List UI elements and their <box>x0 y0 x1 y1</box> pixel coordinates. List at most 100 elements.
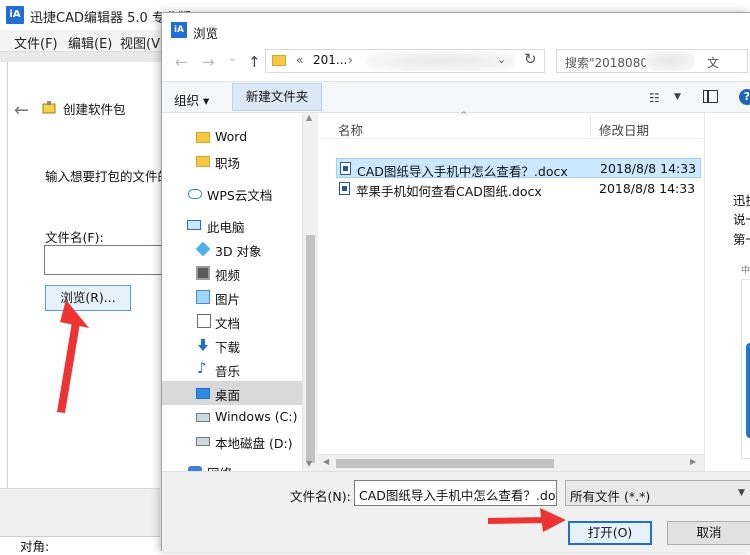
drive-icon <box>196 413 210 422</box>
wizard-prompt: 输入想要打包的文件的 <box>45 169 171 184</box>
preview-text: 迅捷 <box>733 193 750 208</box>
column-divider[interactable] <box>590 115 591 137</box>
music-icon: ♪ <box>197 359 207 377</box>
nav-item-downloads[interactable]: 下载 <box>162 333 302 357</box>
help-icon[interactable]: ? <box>739 89 750 105</box>
folder-icon <box>196 156 210 167</box>
nav-item-this-pc[interactable]: 此电脑 <box>162 213 302 237</box>
navigation-pane: Word 职场 WPS云文档 此电脑 3D 对象 视频 图片 文档 下载 ♪ 音… <box>162 113 302 471</box>
wizard-title: 创建软件包 <box>63 102 126 117</box>
browse-button[interactable]: 浏览(R)... <box>45 285 131 311</box>
nav-item-label: 桌面 <box>215 388 241 403</box>
wizard-filename-label: 文件名(F): <box>45 230 104 245</box>
desktop-icon <box>196 388 210 399</box>
refresh-icon[interactable]: ↻ <box>524 50 537 68</box>
file-name: CAD图纸导入手机中怎么查看？.docx <box>357 164 568 179</box>
nav-item-label: 职场 <box>215 156 241 171</box>
address-path[interactable]: 201... <box>313 53 347 67</box>
nav-item-label: 本地磁盘 (D:) <box>215 436 293 451</box>
chevron-down-icon[interactable]: ▼ <box>738 488 745 498</box>
search-input[interactable]: 搜索"2018080 文 <box>556 49 748 73</box>
file-list-horizontal-scrollbar[interactable]: ◀ ▶ <box>318 454 704 471</box>
view-options-icon[interactable]: ☷ <box>649 91 660 105</box>
nav-item-drive-c[interactable]: Windows (C:) <box>162 405 302 429</box>
scroll-right-icon[interactable]: ▶ <box>690 457 696 466</box>
back-icon[interactable]: ← <box>175 53 188 71</box>
menu-file[interactable]: 文件(F) <box>14 33 58 52</box>
preview-text: 说一 <box>733 212 750 227</box>
view-dropdown-icon[interactable]: ▼ <box>674 92 681 102</box>
nav-item-word[interactable]: Word <box>162 125 302 149</box>
navigation-scrollbar[interactable]: ▲ ▼ <box>302 113 318 471</box>
column-header: ^ 名称 修改日期 <box>318 111 704 139</box>
blurred-search-segment <box>645 51 695 71</box>
menu-edit[interactable]: 编辑(E) <box>68 33 112 52</box>
file-list: ^ 名称 修改日期 CAD图纸导入手机中怎么查看？.docx 2018/8/8 … <box>318 111 704 471</box>
dialog-logo-icon: iA <box>171 22 187 38</box>
nav-item-label: Windows (C:) <box>215 409 298 424</box>
file-row[interactable]: 苹果手机如何查看CAD图纸.docx 2018/8/8 14:33 <box>336 179 701 199</box>
scrollbar-thumb[interactable] <box>336 459 554 468</box>
sort-indicator-icon: ^ <box>460 111 468 121</box>
nav-item-network[interactable]: 网络 <box>162 459 302 471</box>
scrollbar-thumb[interactable] <box>306 235 315 463</box>
file-name: 苹果手机如何查看CAD图纸.docx <box>356 184 542 199</box>
preview-pane-icon[interactable] <box>703 90 718 103</box>
nav-item-pictures[interactable]: 图片 <box>162 285 302 309</box>
nav-item-documents[interactable]: 文档 <box>162 309 302 333</box>
nav-item-drive-d[interactable]: 本地磁盘 (D:) <box>162 429 302 453</box>
file-modified: 2018/8/8 14:33 <box>599 181 696 196</box>
organize-button[interactable]: 组织 ▾ <box>174 90 209 109</box>
menu-view[interactable]: 视图(V) <box>120 33 165 52</box>
address-dropdown-icon[interactable]: ⌄ <box>497 53 506 66</box>
nav-item-career[interactable]: 职场 <box>162 149 302 173</box>
column-modified[interactable]: 修改日期 <box>599 120 649 139</box>
computer-icon <box>187 220 201 230</box>
nav-item-music[interactable]: ♪ 音乐 <box>162 357 302 381</box>
scroll-up-icon[interactable]: ▲ <box>306 113 312 122</box>
preview-text: 第一 <box>733 232 750 247</box>
download-icon <box>198 339 208 351</box>
file-row[interactable]: CAD图纸导入手机中怎么查看？.docx 2018/8/8 14:33 <box>336 158 701 179</box>
nav-item-label: Word <box>215 129 248 144</box>
filename-label: 文件名(N): <box>290 489 351 504</box>
scroll-down-icon[interactable]: ▼ <box>306 459 312 468</box>
wizard-filename-input[interactable] <box>44 245 174 275</box>
blurred-path-segment <box>366 51 516 71</box>
nav-item-wps-cloud[interactable]: WPS云文档 <box>162 181 302 205</box>
up-folder-icon[interactable]: ↑ <box>248 53 261 71</box>
recent-locations-dropdown-icon[interactable]: ⌄ <box>228 51 237 64</box>
nav-item-label: 音乐 <box>215 364 241 379</box>
filetype-select[interactable]: 所有文件 (*.*) ▼ <box>565 480 750 506</box>
drive-icon <box>196 437 210 446</box>
new-folder-button[interactable]: 新建文件夹 <box>232 83 322 111</box>
open-button[interactable]: 打开(O) <box>568 521 652 545</box>
search-placeholder: 搜索"2018080 <box>565 56 648 70</box>
nav-item-desktop[interactable]: 桌面 <box>162 381 302 405</box>
chevron-right-icon[interactable]: › <box>348 53 353 67</box>
filename-value: CAD图纸导入手机中怎么查看？.docx <box>359 488 557 503</box>
back-arrow-icon[interactable]: ← <box>14 100 29 121</box>
address-overflow-icon[interactable]: « <box>296 53 303 67</box>
word-document-icon <box>339 182 350 195</box>
nav-item-label: 文档 <box>215 316 241 331</box>
filename-input[interactable]: CAD图纸导入手机中怎么查看？.docx ▼ <box>354 480 557 506</box>
nav-item-label: 图片 <box>215 292 241 307</box>
nav-item-label: 3D 对象 <box>215 244 262 259</box>
preview-image-accent <box>746 343 750 438</box>
cancel-button[interactable]: 取消 <box>667 521 750 545</box>
column-name[interactable]: 名称 <box>338 120 363 139</box>
preview-text: 中 <box>741 266 750 276</box>
nav-item-videos[interactable]: 视频 <box>162 261 302 285</box>
status-text: 对角: <box>20 539 50 554</box>
nav-item-3d-objects[interactable]: 3D 对象 <box>162 237 302 261</box>
file-modified: 2018/8/8 14:33 <box>600 161 697 176</box>
nav-item-label: WPS云文档 <box>207 188 273 203</box>
video-icon <box>196 266 210 280</box>
filetype-value: 所有文件 (*.*) <box>570 489 651 504</box>
preview-pane: 迅捷 说一 第一 中 <box>704 113 750 471</box>
3d-objects-icon <box>195 241 211 257</box>
forward-icon[interactable]: → <box>202 53 215 71</box>
scroll-left-icon[interactable]: ◀ <box>323 457 329 466</box>
app-bottom-bar <box>0 488 160 540</box>
